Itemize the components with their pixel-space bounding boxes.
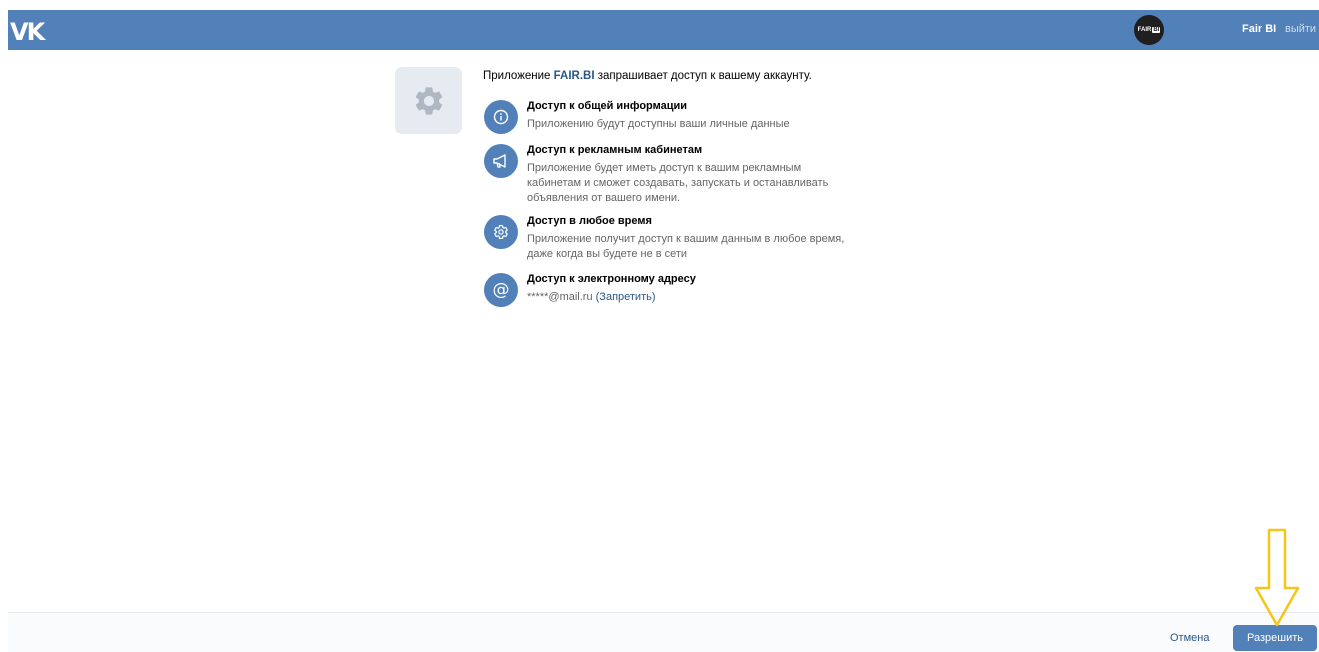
request-title: Приложение FAIR.BI запрашивает доступ к … (483, 70, 812, 82)
permission-title: Доступ к электронному адресу (527, 273, 696, 285)
email-value: *****@mail.ru (527, 291, 593, 303)
logout-link[interactable]: выйти (1285, 23, 1316, 35)
permission-desc: Приложению будут доступны ваши личные да… (527, 118, 790, 130)
request-suffix: запрашивает доступ к вашему аккаунту. (594, 70, 812, 82)
request-prefix: Приложение (483, 70, 554, 82)
avatar[interactable]: FAIR BI (1134, 15, 1164, 45)
arrow-down-icon (1254, 528, 1300, 627)
permission-desc: *****@mail.ru (Запретить) (527, 290, 857, 305)
user-name[interactable]: Fair BI (1242, 23, 1276, 35)
permission-title: Доступ в любое время (527, 215, 652, 227)
permission-desc: Приложение получит доступ к вашим данным… (527, 233, 845, 260)
permission-title: Доступ к общей информации (527, 100, 688, 112)
avatar-badge: BI (1152, 27, 1161, 33)
app-name-link[interactable]: FAIR.BI (554, 70, 595, 82)
gear-icon (484, 215, 518, 249)
footer-bar (8, 612, 1319, 652)
permission-desc: Приложение будет иметь доступ к вашим ре… (527, 162, 829, 204)
megaphone-icon (484, 144, 518, 178)
deny-email-link[interactable]: (Запретить) (596, 291, 656, 303)
info-icon (484, 100, 518, 134)
permission-title: Доступ к рекламным кабинетам (527, 144, 703, 156)
gear-icon (415, 86, 442, 115)
allow-button[interactable]: Разрешить (1233, 625, 1317, 651)
vk-logo[interactable]: VK (10, 18, 45, 46)
cancel-button[interactable]: Отмена (1170, 632, 1209, 644)
top-bar: VK FAIR BI Fair BI выйти (8, 10, 1319, 50)
avatar-text: FAIR (1137, 27, 1152, 33)
app-icon (395, 67, 462, 134)
at-icon: @ (484, 273, 518, 307)
